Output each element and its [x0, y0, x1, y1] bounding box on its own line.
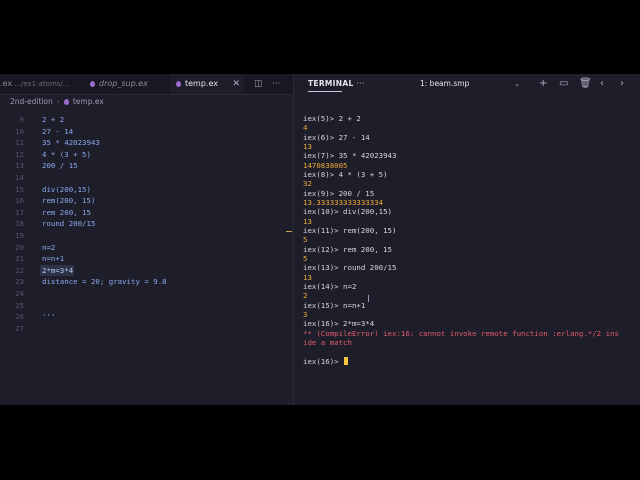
terminal-line: 2 — [303, 291, 308, 301]
terminal-line: iex(6)> 27 - 14 — [303, 132, 370, 142]
terminal-line: 32 — [303, 179, 312, 189]
code-line: 13 200 / 15 — [15, 161, 78, 171]
code-line: 21 n=n+1 — [15, 254, 65, 264]
code-line: 16 rem(200, 15) — [15, 196, 96, 206]
code-line: 11 35 * 42023943 — [15, 138, 100, 148]
code-line: 92 + 2 — [19, 115, 65, 124]
terminal-line: 13 — [303, 142, 312, 151]
editor-tab-bar: .ex .../ex1-atoms/... drop_sup.ex temp.e… — [0, 74, 293, 95]
tab-ex1-atoms[interactable]: .ex .../ex1-atoms/... — [0, 74, 78, 94]
terminal-session-select[interactable]: 1: beam.smp ⌄ — [420, 78, 524, 90]
terminal-line: 5 — [303, 235, 308, 245]
terminal-error-line: ** (CompileError) iex:16: cannot invoke … — [303, 328, 619, 338]
mouse-ibeam-icon — [368, 295, 369, 302]
close-icon[interactable]: ✕ — [232, 74, 240, 94]
terminal-prompt: iex(16)> — [303, 356, 344, 366]
tab-path: .../ex1-atoms/... — [12, 80, 70, 88]
split-editor-icon[interactable]: ◫ — [254, 74, 263, 94]
session-label: 1: beam.smp — [420, 79, 470, 88]
breadcrumb: 2nd-edition › temp.ex — [0, 95, 293, 109]
terminal-line: 4 — [303, 123, 308, 133]
terminal-line: iex(9)> 200 / 15 — [303, 188, 375, 198]
code-line: 24 — [15, 289, 24, 298]
terminal-line: 3 — [303, 310, 308, 319]
editor-pane: .ex .../ex1-atoms/... drop_sup.ex temp.e… — [0, 74, 293, 405]
terminal-line: iex(12)> rem 200, 15 — [303, 244, 392, 254]
terminal-line-marker — [286, 231, 292, 232]
tab-temp[interactable]: temp.ex ✕ — [170, 74, 244, 94]
terminal-line: 13 — [303, 216, 312, 226]
terminal-line: iex(11)> rem(200, 15) — [303, 226, 397, 235]
code-line: 20 n=2 — [15, 242, 56, 252]
code-line: 12 4 * (3 + 5) — [15, 149, 91, 159]
elixir-file-icon — [176, 81, 181, 87]
active-tab-underline — [308, 91, 342, 92]
terminal-line: iex(10)> div(200,15) — [303, 207, 392, 217]
code-line: 15 div(200,15) — [15, 184, 91, 194]
terminal-line: iex(16)> 2*m=3*4 — [303, 319, 375, 329]
terminal-error-line: ide a match — [303, 338, 352, 347]
code-line: 14 — [15, 173, 24, 182]
code-line: 25 — [15, 300, 24, 310]
tab-label: drop_sup.ex — [99, 79, 148, 88]
terminal-line: iex(7)> 35 * 42023943 — [303, 151, 397, 161]
code-line: 10 27 - 14 — [15, 126, 74, 136]
chevron-down-icon: ⌄ — [514, 80, 520, 88]
code-line: 19 — [15, 231, 24, 240]
terminal-panel: TERMINAL ··· 1: beam.smp ⌄ + ▭ 🗑 ‹ › iex… — [286, 74, 640, 405]
code-line-selected: 22 2*m=3*4 — [15, 264, 74, 277]
terminal-line: iex(13)> round 200/15 — [303, 263, 397, 273]
breadcrumb-file[interactable]: temp.ex — [73, 97, 104, 106]
terminal-line: iex(14)> n=2 — [303, 282, 357, 291]
code-line: 17 rem 200, 15 — [15, 207, 91, 217]
code-line: 23 distance = 20; gravity = 9.8 — [15, 277, 167, 287]
terminal-line: 1470838005 — [303, 160, 348, 170]
terminal-line: 13.333333333333334 — [303, 198, 384, 207]
text-cursor — [344, 356, 349, 365]
trash-icon[interactable]: 🗑 — [579, 74, 592, 94]
terminal-header: TERMINAL ··· 1: beam.smp ⌄ + ▭ 🗑 ‹ › — [294, 74, 640, 94]
terminal-line: iex(15)> n=n+1 — [303, 300, 366, 310]
breadcrumb-folder[interactable]: 2nd-edition — [0, 97, 53, 106]
code-line: 18 round 200/15 — [15, 219, 96, 229]
terminal-line: iex(8)> 4 * (3 + 5) — [303, 170, 388, 179]
terminal-line: 13 — [303, 272, 312, 282]
code-line: 26 ''' — [15, 312, 56, 322]
split-terminal-icon[interactable]: ▭ — [559, 74, 568, 94]
elixir-file-icon — [63, 99, 69, 105]
vscode-window: .ex .../ex1-atoms/... drop_sup.ex temp.e… — [0, 74, 640, 405]
chevron-right-icon[interactable]: › — [620, 74, 624, 94]
more-actions-icon[interactable]: ··· — [272, 74, 281, 94]
terminal-input-line[interactable]: iex(16)> — [303, 356, 349, 366]
tab-label: .ex — [0, 79, 13, 88]
code-line: 27 — [15, 323, 24, 333]
tab-drop-sup[interactable]: drop_sup.ex — [90, 74, 162, 94]
add-terminal-icon[interactable]: + — [539, 74, 547, 94]
terminal-line: iex(5)> 2 + 2 — [303, 114, 361, 123]
terminal-line: 5 — [303, 254, 308, 263]
chevron-left-icon[interactable]: ‹ — [600, 74, 604, 94]
tab-label: temp.ex — [185, 79, 218, 88]
elixir-file-icon — [90, 81, 95, 87]
more-options-icon[interactable]: ··· — [356, 74, 365, 94]
chevron-right-icon: › — [56, 97, 60, 106]
